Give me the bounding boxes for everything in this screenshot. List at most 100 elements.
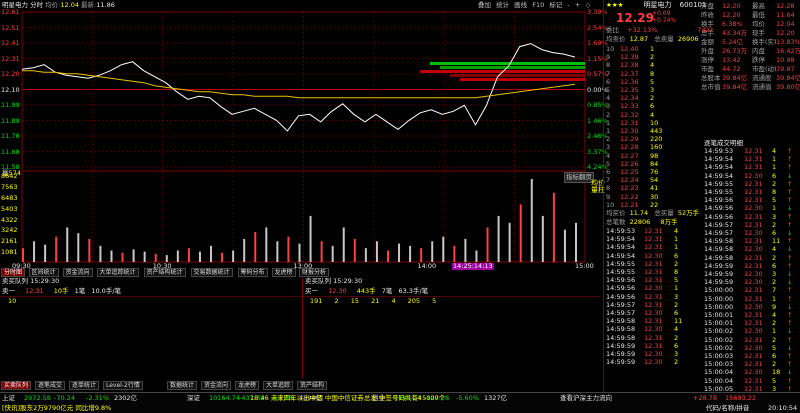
trade-time: 14:59:55 — [704, 188, 734, 196]
tab-6[interactable]: 筹码分布 — [237, 268, 268, 277]
tab-0[interactable]: 分时图 — [1, 268, 26, 277]
news-ticker[interactable]: 18:46 未来四年以上中期 中国中信证券总发 中签号码共有45000个 — [250, 395, 445, 402]
trade-time: 15:00:03 — [704, 360, 734, 369]
trade-price: 12.31 — [644, 227, 663, 235]
volume-bar — [541, 215, 544, 262]
bottom-tab-8[interactable]: 资产结构 — [297, 381, 328, 390]
trade-price: 12.31 — [644, 333, 663, 342]
bid-price: 12.26 — [620, 159, 639, 168]
bottom-tab-0[interactable]: 买卖队列 — [1, 381, 32, 390]
trade-price: 12.31 — [744, 147, 763, 155]
trade-volume: 8 — [674, 268, 679, 276]
fund-flow-link[interactable]: 查看沪深主力流向 — [560, 395, 612, 402]
trade-price: 12.31 — [744, 188, 763, 196]
trade-price: 12.31 — [644, 259, 663, 268]
trade-direction-icon: ↓ — [787, 229, 793, 237]
trade-price: 12.30 — [644, 284, 663, 293]
ask-level-num: 6 — [606, 77, 611, 86]
field-value: 12.20 — [776, 29, 795, 37]
bottom-tab-2[interactable]: 逐单统计 — [69, 381, 100, 390]
ask-volume: 2 — [650, 53, 655, 62]
bottom-tab-5[interactable]: 资金流向 — [201, 381, 232, 390]
volume-bar — [442, 236, 445, 262]
trade-time: 14:59:56 — [704, 212, 734, 221]
tab-8[interactable]: 财报分析 — [299, 268, 330, 277]
trade-direction-icon: ↑ — [787, 261, 793, 270]
field-label: 现手 — [752, 29, 765, 37]
trade-time: 14:59:54 — [704, 163, 734, 172]
indicator-flip-button[interactable]: 指标翻页 — [564, 172, 594, 183]
trade-volume: 2 — [772, 319, 777, 328]
ask-level-num: 1 — [606, 118, 611, 127]
bid-price: 12.28 — [620, 143, 639, 152]
volume-bar — [309, 215, 312, 262]
volume-bar — [575, 222, 577, 262]
bottom-tab-3[interactable]: Level-2行情 — [103, 381, 143, 390]
volume-bar — [342, 227, 345, 262]
trade-price: 12.31 — [744, 253, 763, 262]
bid-volume: 30 — [650, 192, 659, 201]
volume-bar — [22, 248, 24, 262]
trade-time: 14:59:54 — [704, 171, 734, 180]
volume-y-label: 5403 — [1, 204, 18, 213]
tab-1[interactable]: 区间统计 — [28, 268, 59, 277]
ask-price: 12.35 — [620, 86, 639, 94]
tab-4[interactable]: 资产结构统计 — [143, 268, 186, 277]
extra-value: 15693.22 — [725, 394, 757, 402]
trade-volume: 3 — [674, 292, 679, 301]
trade-direction-icon: ↑ — [787, 376, 793, 385]
volume-bar — [243, 238, 246, 262]
field-label: 最低 — [752, 11, 765, 19]
bottom-tab-4[interactable]: 数据统计 — [167, 381, 198, 390]
field-value: 26.73万 — [722, 47, 748, 55]
trade-price: 12.31 — [744, 237, 763, 246]
search-input[interactable]: 代码/名称/拼音 — [706, 405, 749, 412]
trade-direction-icon: ↓ — [787, 204, 793, 213]
trade-time: 14:59:58 — [606, 333, 636, 342]
field-label: 总市值 — [701, 83, 721, 91]
trade-price: 12.31 — [744, 163, 763, 172]
trade-volume: 2 — [772, 220, 777, 229]
trade-price: 12.30 — [644, 358, 663, 367]
tab-3[interactable]: 大单追踪统计 — [96, 268, 139, 277]
bottom-tab-6[interactable]: 龙虎榜 — [235, 381, 260, 390]
bid-level-num: 9 — [606, 192, 611, 201]
volume-y-label: 3242 — [1, 226, 18, 235]
ask-level-num: 3 — [606, 102, 611, 111]
bottom-tab-1[interactable]: 逐笔成交 — [35, 381, 66, 390]
trade-direction-icon: ↓ — [787, 245, 793, 254]
trade-volume: 2 — [674, 259, 679, 268]
field-value: 12.04 — [776, 20, 795, 28]
field-label: 涨停 — [701, 56, 714, 64]
tab-5[interactable]: 交易数据统计 — [190, 268, 233, 277]
trade-price: 12.30 — [644, 251, 663, 260]
bid-volume: 443 — [650, 127, 663, 135]
trade-time: 14:59:56 — [606, 276, 636, 285]
bid-volume: 84 — [650, 159, 659, 168]
trade-volume: 5 — [772, 376, 777, 385]
trade-volume: 4 — [772, 147, 777, 155]
trade-direction-icon: ↓ — [787, 327, 793, 336]
trade-direction-icon: ↑ — [787, 286, 793, 295]
bottom-tab-7[interactable]: 大单追踪 — [263, 381, 294, 390]
clock: 20:10:54 — [768, 404, 798, 412]
trade-time: 14:59:56 — [704, 196, 734, 205]
tab-2[interactable]: 资金流向 — [62, 268, 93, 277]
trade-volume: 6 — [772, 261, 777, 270]
trade-volume: 2 — [674, 300, 679, 309]
news-marquee[interactable]: [快讯]股东2万9790亿元 同比增9.8% — [2, 405, 111, 412]
field-label: 内盘 — [752, 47, 765, 55]
bid-volume: 76 — [650, 168, 659, 176]
volume-bar — [88, 238, 91, 262]
trade-direction-icon: ↑ — [787, 212, 793, 221]
trade-time: 14:59:58 — [704, 237, 734, 246]
trade-price: 12.30 — [744, 368, 763, 377]
bid-price: 12.21 — [620, 200, 639, 209]
intraday-chart[interactable]: 明星电力 分时 均价:12.04 最新:11.86 叠加 统计 画线 F10 标… — [0, 0, 608, 270]
ask-volume: 6 — [650, 102, 655, 111]
bid-volume: 98 — [650, 151, 659, 160]
sell-queue-header: 卖买队列 15:29:30 — [2, 277, 60, 285]
tab-7[interactable]: 龙虎榜 — [271, 268, 296, 277]
trade-volume: 5 — [772, 196, 777, 205]
index-field: 1327亿 — [484, 394, 508, 402]
